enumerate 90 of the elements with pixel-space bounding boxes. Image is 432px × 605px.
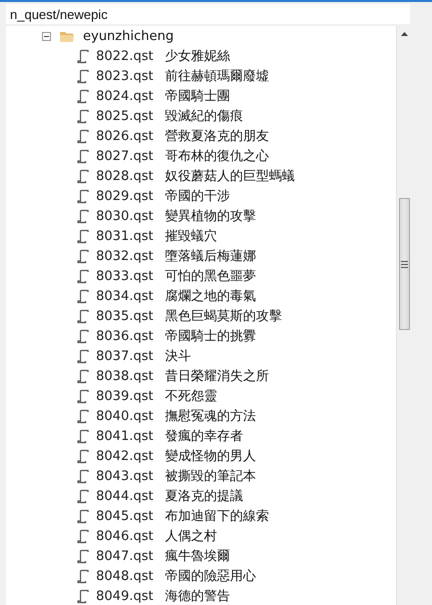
script-file-icon bbox=[77, 268, 89, 284]
file-name[interactable]: 8038.qst bbox=[96, 368, 165, 384]
file-name[interactable]: 8043.qst bbox=[96, 468, 165, 484]
file-name[interactable]: 8047.qst bbox=[96, 548, 165, 564]
file-name[interactable]: 8034.qst bbox=[96, 288, 165, 304]
file-name[interactable]: 8022.qst bbox=[96, 48, 165, 64]
file-name[interactable]: 8046.qst bbox=[96, 528, 165, 544]
quest-title: 人偶之村 bbox=[165, 528, 217, 545]
file-name[interactable]: 8042.qst bbox=[96, 448, 165, 464]
script-file-icon bbox=[77, 508, 89, 524]
quest-title: 夏洛克的提議 bbox=[165, 488, 243, 505]
script-file-icon bbox=[77, 328, 89, 344]
file-name[interactable]: 8028.qst bbox=[96, 168, 165, 184]
quest-title: 奴役蘑菇人的巨型螞蟻 bbox=[165, 168, 295, 185]
quest-title: 被撕毀的筆記本 bbox=[165, 468, 256, 485]
file-name[interactable]: 8037.qst bbox=[96, 348, 165, 364]
quest-title: 帝國的險惡用心 bbox=[165, 568, 256, 585]
quest-title: 發瘋的幸存者 bbox=[165, 428, 243, 445]
script-file-icon bbox=[77, 428, 89, 444]
quest-title: 帝國的干涉 bbox=[165, 188, 230, 205]
file-name[interactable]: 8033.qst bbox=[96, 268, 165, 284]
file-name[interactable]: 8032.qst bbox=[96, 248, 165, 264]
script-file-icon bbox=[77, 408, 89, 424]
scrollbar-thumb[interactable] bbox=[399, 198, 410, 330]
file-name[interactable]: 8026.qst bbox=[96, 128, 165, 144]
script-file-icon bbox=[77, 108, 89, 124]
quest-title: 墮落蟻后梅蓮娜 bbox=[165, 248, 256, 265]
script-file-icon bbox=[77, 248, 89, 264]
script-file-icon bbox=[77, 468, 89, 484]
folder-icon bbox=[59, 30, 75, 42]
quest-title: 哥布林的復仇之心 bbox=[165, 148, 269, 165]
script-file-icon bbox=[77, 388, 89, 404]
file-name[interactable]: 8030.qst bbox=[96, 208, 165, 224]
file-name[interactable]: 8040.qst bbox=[96, 408, 165, 424]
folder-name[interactable]: eyunzhicheng bbox=[83, 28, 174, 44]
script-file-icon bbox=[77, 588, 89, 604]
quest-title: 前往赫頓瑪爾廢墟 bbox=[165, 68, 269, 85]
file-name[interactable]: 8048.qst bbox=[96, 568, 165, 584]
quest-title: 決斗 bbox=[165, 348, 191, 365]
quest-title: 毀滅紀的傷痕 bbox=[165, 108, 243, 125]
quest-title: 帝國騎士團 bbox=[165, 88, 230, 105]
quest-title: 變成怪物的男人 bbox=[165, 448, 256, 465]
script-file-icon bbox=[77, 48, 89, 64]
quest-title: 布加迪留下的線索 bbox=[165, 508, 269, 525]
script-file-icon bbox=[77, 128, 89, 144]
quest-title: 瘋牛魯埃爾 bbox=[165, 548, 230, 565]
script-file-icon bbox=[77, 488, 89, 504]
scroll-up-arrow-icon[interactable] bbox=[401, 32, 408, 36]
script-file-icon bbox=[77, 548, 89, 564]
file-name[interactable]: 8035.qst bbox=[96, 308, 165, 324]
file-name[interactable]: 8039.qst bbox=[96, 388, 165, 404]
quest-title: 海德的警告 bbox=[165, 588, 230, 605]
script-file-icon bbox=[77, 448, 89, 464]
quest-title: 腐爛之地的毒氣 bbox=[165, 288, 256, 305]
script-file-icon bbox=[77, 528, 89, 544]
script-file-icon bbox=[77, 88, 89, 104]
path-field[interactable]: n_quest/newepic bbox=[6, 4, 410, 24]
script-file-icon bbox=[77, 308, 89, 324]
script-file-icon bbox=[77, 348, 89, 364]
file-name[interactable]: 8036.qst bbox=[96, 328, 165, 344]
quest-title: 摧毀蟻穴 bbox=[165, 228, 217, 245]
script-file-icon bbox=[77, 228, 89, 244]
quest-title: 帝國騎士的挑釁 bbox=[165, 328, 256, 345]
script-file-icon bbox=[77, 188, 89, 204]
file-name[interactable]: 8044.qst bbox=[96, 488, 165, 504]
script-file-icon bbox=[77, 68, 89, 84]
file-name[interactable]: 8027.qst bbox=[96, 148, 165, 164]
file-name[interactable]: 8045.qst bbox=[96, 508, 165, 524]
quest-title: 變異植物的攻擊 bbox=[165, 208, 256, 225]
collapse-toggle[interactable] bbox=[42, 32, 51, 40]
script-file-icon bbox=[77, 568, 89, 584]
file-name[interactable]: 8041.qst bbox=[96, 428, 165, 444]
file-name[interactable]: 8023.qst bbox=[96, 68, 165, 84]
quest-title: 可怕的黑色噩夢 bbox=[165, 268, 256, 285]
file-name[interactable]: 8029.qst bbox=[96, 188, 165, 204]
file-name[interactable]: 8024.qst bbox=[96, 88, 165, 104]
script-file-icon bbox=[77, 148, 89, 164]
quest-title: 少女雅妮絲 bbox=[165, 48, 230, 65]
file-name[interactable]: 8049.qst bbox=[96, 588, 165, 604]
script-file-icon bbox=[77, 168, 89, 184]
script-file-icon bbox=[77, 208, 89, 224]
file-name[interactable]: 8025.qst bbox=[96, 108, 165, 124]
quest-title: 營救夏洛克的朋友 bbox=[165, 128, 269, 145]
quest-title: 昔日榮耀消失之所 bbox=[165, 368, 269, 385]
quest-title: 不死怨靈 bbox=[165, 388, 217, 405]
file-name[interactable]: 8031.qst bbox=[96, 228, 165, 244]
quest-title: 黑色巨蝎莫斯的攻擊 bbox=[165, 308, 282, 325]
quest-title: 撫慰冤魂的方法 bbox=[165, 408, 256, 425]
script-file-icon bbox=[77, 288, 89, 304]
script-file-icon bbox=[77, 368, 89, 384]
